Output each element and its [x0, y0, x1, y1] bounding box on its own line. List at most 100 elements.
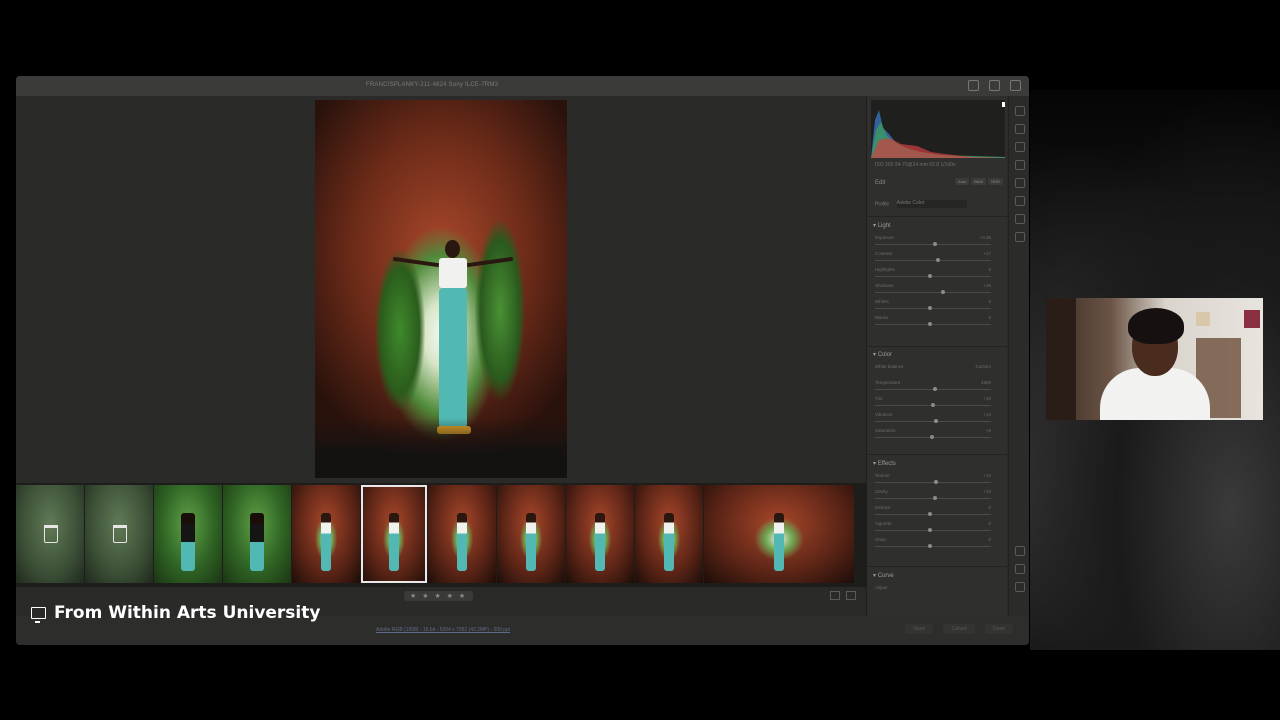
filmstrip-thumb[interactable]: [704, 485, 854, 583]
filmstrip: [16, 483, 866, 587]
image-canvas[interactable]: [16, 96, 866, 482]
auto-button[interactable]: Auto: [954, 178, 970, 185]
curve-header[interactable]: ▾ Curve: [873, 572, 999, 579]
slider-vibrance[interactable]: Vibrance +14: [873, 412, 999, 428]
slider-track[interactable]: [875, 308, 991, 309]
slider-whites[interactable]: Whites 0: [873, 299, 999, 315]
light-header[interactable]: ▾ Light: [873, 222, 999, 229]
filmstrip-thumb[interactable]: [635, 485, 703, 583]
slider-knob[interactable]: [936, 258, 941, 262]
slider-grain[interactable]: Grain 0: [873, 537, 999, 553]
color-section: ▾ Color White balance Custom Temperature…: [873, 351, 999, 444]
slider-tint[interactable]: Tint +10: [873, 396, 999, 412]
bw-button[interactable]: B&W: [971, 178, 987, 185]
slider-knob[interactable]: [928, 306, 932, 310]
slider-knob[interactable]: [928, 274, 932, 278]
slider-contrast[interactable]: Contrast +17: [873, 251, 999, 267]
filmstrip-thumb[interactable]: [154, 485, 222, 583]
window-titlebar: FRANCISPLANKY-211-4824 Sony ILCE-7RM3: [16, 76, 1029, 96]
snapshot-tool-icon[interactable]: [1015, 196, 1025, 206]
filmstrip-thumb-selected[interactable]: [361, 485, 427, 583]
slider-track[interactable]: [875, 276, 991, 277]
photo-foliage-left: [375, 250, 425, 410]
slider-track[interactable]: [875, 421, 991, 422]
slider-knob[interactable]: [933, 387, 938, 391]
redeye-tool-icon[interactable]: [1015, 178, 1025, 188]
slider-dehaze[interactable]: Dehaze 0: [873, 505, 999, 521]
slider-knob[interactable]: [928, 512, 932, 516]
cancel-button[interactable]: Cancel: [943, 624, 976, 634]
done-button[interactable]: Done: [985, 624, 1013, 634]
slider-blacks[interactable]: Blacks 0: [873, 315, 999, 331]
hdr-button[interactable]: HDR: [988, 178, 1003, 185]
workflow-options-link[interactable]: Adobe RGB (1998) - 16 bit - 5304 x 7952 …: [376, 627, 510, 633]
presets-tool-icon[interactable]: [1015, 214, 1025, 224]
slider-knob[interactable]: [928, 544, 932, 548]
profile-row: Profile Adobe Color: [875, 200, 967, 208]
open-button[interactable]: Open: [905, 624, 934, 634]
curve-adjust-row[interactable]: Adjust: [873, 585, 999, 601]
slider-temperature[interactable]: Temperature 4850: [873, 380, 999, 396]
heal-tool-icon[interactable]: [1015, 142, 1025, 152]
slider-knob[interactable]: [931, 403, 936, 407]
thumb-subject: [321, 513, 331, 571]
fullscreen-icon[interactable]: [1010, 80, 1021, 91]
camera-raw-window: FRANCISPLANKY-211-4824 Sony ILCE-7RM3 IS…: [16, 76, 1029, 645]
slider-vignette[interactable]: Vignette 0: [873, 521, 999, 537]
slider-knob[interactable]: [928, 528, 932, 532]
slider-knob[interactable]: [933, 242, 938, 246]
slider-track[interactable]: [875, 260, 991, 261]
mask-tool-icon[interactable]: [1015, 160, 1025, 170]
save-icon[interactable]: [968, 80, 979, 91]
hand-tool-icon[interactable]: [1015, 564, 1025, 574]
crop-tool-icon[interactable]: [1015, 124, 1025, 134]
slider-knob[interactable]: [933, 496, 938, 500]
star-rating[interactable]: ★ ★ ★ ★ ★: [404, 591, 474, 601]
filmstrip-thumb[interactable]: [85, 485, 153, 583]
photo-subject: [392, 240, 514, 440]
compare-view-icon[interactable]: [846, 591, 856, 600]
filmstrip-thumb[interactable]: [292, 485, 360, 583]
slider-track[interactable]: [875, 482, 991, 483]
slider-saturation[interactable]: Saturation +6: [873, 428, 999, 444]
slider-knob[interactable]: [934, 419, 939, 423]
color-header[interactable]: ▾ Color: [873, 351, 999, 358]
slider-knob[interactable]: [934, 480, 939, 484]
slider-knob[interactable]: [928, 322, 932, 326]
filmstrip-thumb[interactable]: [223, 485, 291, 583]
filmstrip-view-icon[interactable]: [830, 591, 840, 600]
slider-clarity[interactable]: Clarity +10: [873, 489, 999, 505]
gear-icon[interactable]: [989, 80, 1000, 91]
slider-track[interactable]: [875, 546, 991, 547]
effects-header[interactable]: ▾ Effects: [873, 460, 999, 467]
slider-track[interactable]: [875, 530, 991, 531]
zoom-tool-icon[interactable]: [1015, 546, 1025, 556]
thumb-subject: [595, 513, 605, 571]
slider-track[interactable]: [875, 292, 991, 293]
profile-select[interactable]: Adobe Color: [896, 200, 967, 208]
slider-knob[interactable]: [930, 435, 935, 439]
filmstrip-thumb[interactable]: [566, 485, 634, 583]
more-tool-icon[interactable]: [1015, 232, 1025, 242]
edit-tool-icon[interactable]: [1015, 106, 1025, 116]
monitor-icon: [31, 607, 46, 623]
slider-texture[interactable]: Texture +12: [873, 473, 999, 489]
slider-highlights[interactable]: Highlights 0: [873, 267, 999, 283]
white-balance-row[interactable]: White balance Custom: [873, 364, 999, 380]
window-title: FRANCISPLANKY-211-4824 Sony ILCE-7RM3: [366, 82, 499, 88]
slider-track[interactable]: [875, 324, 991, 325]
thumb-subject: [774, 513, 784, 571]
thumb-subject: [664, 513, 674, 571]
slider-shadows[interactable]: Shadows +25: [873, 283, 999, 299]
sampler-tool-icon[interactable]: [1015, 582, 1025, 592]
filmstrip-thumb[interactable]: [428, 485, 496, 583]
stream-caption: From Within Arts University: [31, 603, 320, 623]
filmstrip-thumb[interactable]: [16, 485, 84, 583]
slider-exposure[interactable]: Exposure +0.35: [873, 235, 999, 251]
edit-panel: ISO 200 24-70@24 mm f/2.8 1/160s Edit Au…: [866, 96, 1007, 626]
slider-knob[interactable]: [940, 290, 945, 294]
caption-text: From Within Arts University: [54, 603, 321, 623]
filmstrip-thumb[interactable]: [497, 485, 565, 583]
camera-info: ISO 200 24-70@24 mm f/2.8 1/160s: [875, 162, 956, 168]
slider-track[interactable]: [875, 514, 991, 515]
